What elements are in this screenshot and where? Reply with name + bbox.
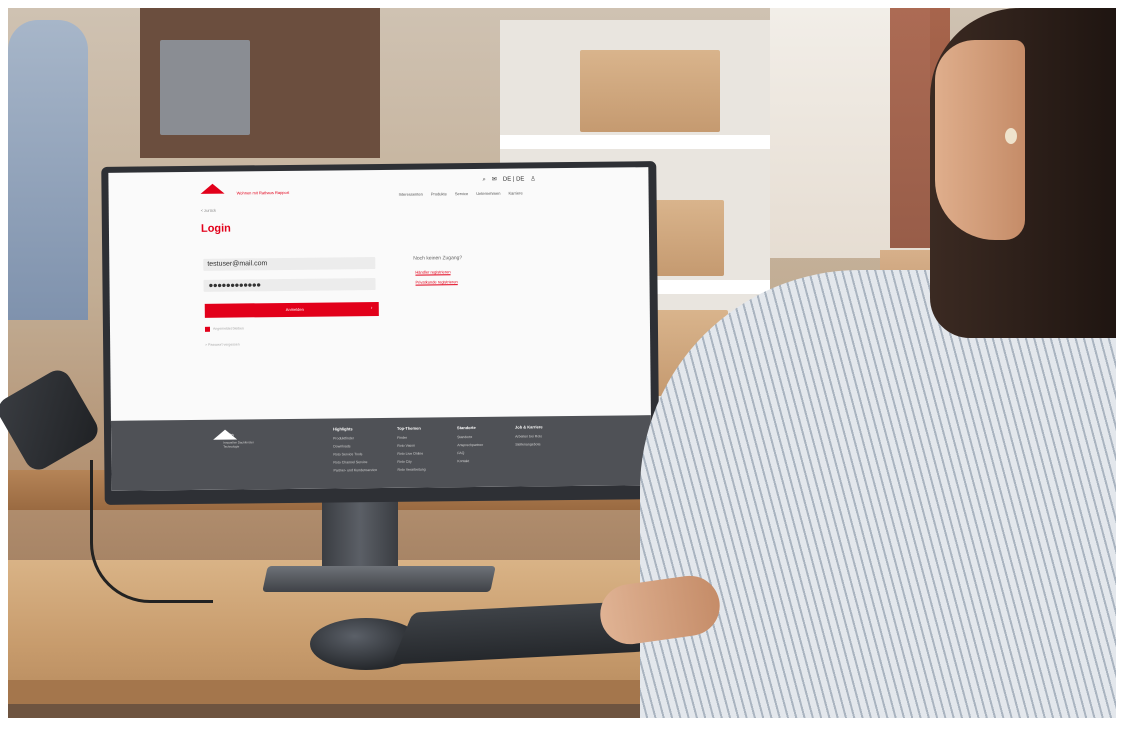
footer-column: Highlights Produktfinder Downloads Roto … xyxy=(333,426,377,472)
footer-tagline: Innovative Dachfenster Technologie xyxy=(223,440,254,449)
footer-link[interactable]: Roto Vision xyxy=(397,444,425,448)
monitor-base xyxy=(262,566,496,592)
footer-link[interactable]: Kontakt xyxy=(457,459,483,463)
footer-column: Standorte Standorte Ansprechpartner FAQ … xyxy=(457,425,483,463)
forgot-password-link[interactable]: > Passwort vergessen xyxy=(205,342,240,346)
chevron-right-icon: › xyxy=(370,305,373,312)
floor xyxy=(8,704,653,718)
footer-column: Job & Karriere Arbeiten bei Roto Stellen… xyxy=(515,424,543,446)
footer-link[interactable]: Produktfinder xyxy=(333,436,377,440)
nav-item[interactable]: Service xyxy=(455,191,468,196)
footer-link[interactable]: Partner- und Kundenservice xyxy=(333,468,377,472)
monitor-screen: Wohnen mit Rathaus Rapport ⌕ ✉ DE | DE ♙… xyxy=(108,167,652,491)
wall-panel xyxy=(160,40,250,135)
footer-column: Top-Themen Finder Roto Vision Roto Live … xyxy=(397,426,426,472)
back-link[interactable]: < zurück xyxy=(201,208,216,213)
language-switch[interactable]: DE | DE xyxy=(503,175,525,183)
footer-link[interactable]: Roto Live Online xyxy=(397,452,425,456)
footer-link[interactable]: Ansprechpartner xyxy=(457,443,483,447)
register-heading: Noch keinen Zugang? xyxy=(413,255,463,262)
footer-link[interactable]: Downloads xyxy=(333,444,377,448)
footer-link[interactable]: Roto Channel Service xyxy=(333,460,377,464)
register-dealer-link[interactable]: Händler registrieren xyxy=(415,269,450,274)
footer-column-head: Top-Themen xyxy=(397,425,421,431)
background-person xyxy=(8,20,88,320)
shelf-board xyxy=(500,135,770,149)
site-footer: Roto Innovative Dachfenster Technologie … xyxy=(110,415,652,491)
monitor-stand xyxy=(322,496,398,574)
footer-link[interactable]: FAQ xyxy=(457,451,483,455)
utility-bar: ⌕ ✉ DE | DE ♙ xyxy=(482,175,535,184)
footer-link[interactable]: Roto Verarbeitung xyxy=(397,468,425,472)
earring xyxy=(1005,128,1017,144)
remember-checkbox[interactable] xyxy=(204,326,211,332)
nav-item[interactable]: Unternehmen xyxy=(476,191,500,196)
nav-item[interactable]: Interessenten xyxy=(399,192,423,197)
remember-label: Angemeldet bleiben xyxy=(212,326,244,331)
nav-item[interactable]: Produkte xyxy=(431,191,447,196)
footer-column-head: Job & Karriere xyxy=(515,424,543,430)
site-tagline: Wohnen mit Rathaus Rapport xyxy=(236,189,290,196)
footer-link[interactable]: Arbeiten bei Roto xyxy=(515,434,543,438)
site-header xyxy=(108,167,648,218)
mail-icon[interactable]: ✉ xyxy=(492,176,497,184)
photo-scene: Wohnen mit Rathaus Rapport ⌕ ✉ DE | DE ♙… xyxy=(0,0,1129,744)
password-value: ●●●●●●●●●●●● xyxy=(208,280,261,290)
footer-column-head: Highlights xyxy=(333,426,353,432)
register-private-link[interactable]: Privatkunde registrieren xyxy=(415,279,457,284)
page-title: Login xyxy=(200,222,231,235)
email-value: testuser@mail.com xyxy=(207,260,268,268)
nav-item[interactable]: Karriere xyxy=(508,190,522,195)
footer-link[interactable]: Roto City xyxy=(397,460,425,464)
footer-brand: Roto xyxy=(223,432,234,439)
footer-link[interactable]: Standorte xyxy=(457,435,483,439)
footer-link[interactable]: Stellenangebote xyxy=(515,442,543,446)
footer-link[interactable]: Finder xyxy=(397,436,425,440)
footer-link[interactable]: Roto Service Tools xyxy=(333,452,377,456)
desk-edge xyxy=(8,680,653,704)
user-icon[interactable]: ♙ xyxy=(530,175,535,183)
search-icon[interactable]: ⌕ xyxy=(482,176,485,184)
login-button-label: Anmelden xyxy=(285,306,304,312)
roto-logo[interactable] xyxy=(200,183,225,194)
footer-column-head: Standorte xyxy=(457,425,476,431)
cardboard-box xyxy=(580,50,720,132)
